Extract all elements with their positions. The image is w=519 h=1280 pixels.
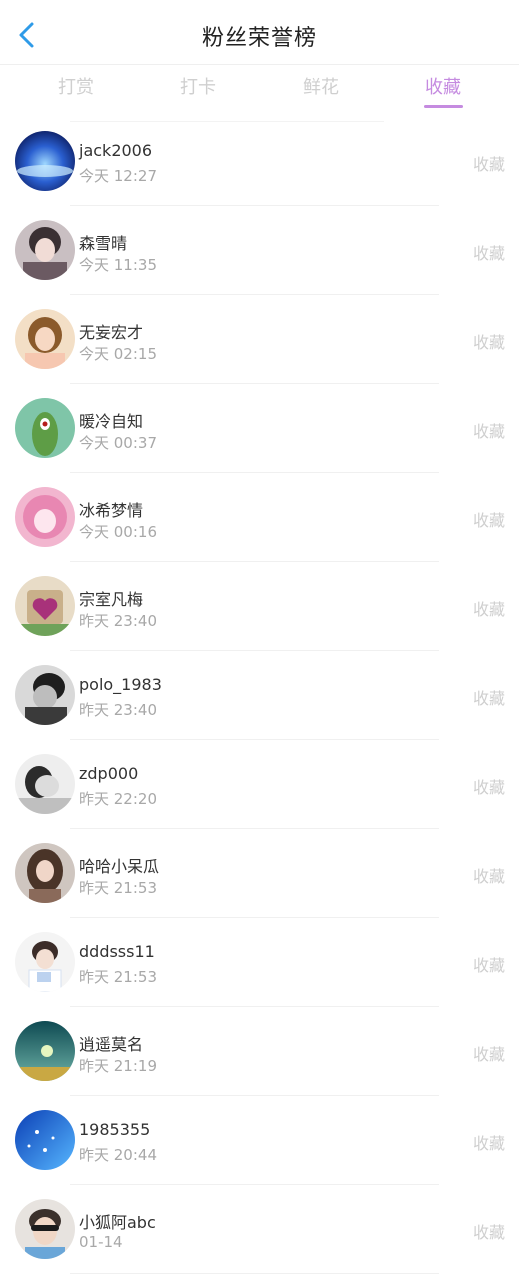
avatar — [15, 1110, 75, 1170]
user-name: 暖冷自知 — [79, 412, 144, 431]
favorite-label: 收藏 — [472, 422, 505, 441]
page-title: 粉丝荣誉榜 — [201, 26, 317, 51]
user-name: 逍遥莫名 — [79, 1035, 144, 1054]
favorite-label: 收藏 — [472, 1045, 505, 1064]
tab-reward[interactable]: 打赏 — [36, 73, 116, 99]
avatar — [15, 487, 75, 547]
timestamp: 昨天 21:53 — [79, 879, 157, 897]
favorite-label: 收藏 — [472, 956, 505, 975]
timestamp: 昨天 21:19 — [79, 1057, 157, 1075]
active-tab-indicator — [424, 105, 463, 108]
timestamp: 昨天 23:40 — [79, 612, 157, 630]
favorite-label: 收藏 — [472, 1223, 505, 1242]
avatar — [15, 398, 75, 458]
avatar — [15, 131, 75, 191]
favorite-label: 收藏 — [472, 1134, 505, 1153]
favorite-label: 收藏 — [472, 600, 505, 619]
user-name: 1985355 — [79, 1120, 151, 1139]
row-divider — [70, 1273, 439, 1274]
list-item[interactable]: 小狐阿abc 01-14 收藏 — [0, 1185, 519, 1274]
user-name: 无妄宏才 — [79, 323, 144, 342]
list-item[interactable]: zdp000 昨天 22:20 收藏 — [0, 740, 519, 829]
avatar — [15, 1199, 75, 1259]
timestamp: 昨天 23:40 — [79, 701, 157, 719]
user-name: zdp000 — [79, 764, 139, 783]
fan-list: jack2006 今天 12:27 收藏 森雪晴 今天 11:35 收藏 无妄宏… — [0, 117, 519, 1274]
favorite-label: 收藏 — [472, 333, 505, 352]
user-name: jack2006 — [79, 141, 153, 160]
favorite-label: 收藏 — [472, 511, 505, 530]
user-name: 宗室凡梅 — [79, 590, 144, 609]
timestamp: 昨天 22:20 — [79, 790, 157, 808]
avatar — [15, 1021, 75, 1081]
timestamp: 今天 11:35 — [79, 256, 157, 274]
timestamp: 今天 12:27 — [79, 167, 157, 185]
top-bar: 粉丝荣誉榜 — [0, 0, 519, 65]
list-item[interactable]: 宗室凡梅 昨天 23:40 收藏 — [0, 562, 519, 651]
user-name: 小狐阿abc — [79, 1213, 156, 1232]
avatar — [15, 220, 75, 280]
tab-checkin[interactable]: 打卡 — [158, 73, 238, 99]
avatar — [15, 843, 75, 903]
list-item[interactable]: 逍遥莫名 昨天 21:19 收藏 — [0, 1007, 519, 1096]
avatar — [15, 932, 75, 992]
timestamp: 昨天 21:53 — [79, 968, 157, 986]
favorite-label: 收藏 — [472, 244, 505, 263]
avatar — [15, 665, 75, 725]
list-item[interactable]: 暖冷自知 今天 00:37 收藏 — [0, 384, 519, 473]
favorite-label: 收藏 — [472, 778, 505, 797]
list-item[interactable]: 哈哈小呆瓜 昨天 21:53 收藏 — [0, 829, 519, 918]
tab-bar: 打赏 打卡 鲜花 收藏 — [0, 64, 519, 122]
user-name: 森雪晴 — [79, 234, 128, 253]
favorite-label: 收藏 — [472, 689, 505, 708]
list-item[interactable]: jack2006 今天 12:27 收藏 — [0, 117, 519, 206]
user-name: dddsss11 — [79, 942, 155, 961]
list-item[interactable]: dddsss11 昨天 21:53 收藏 — [0, 918, 519, 1007]
list-item[interactable]: 无妄宏才 今天 02:15 收藏 — [0, 295, 519, 384]
list-item[interactable]: polo_1983 昨天 23:40 收藏 — [0, 651, 519, 740]
user-name: 哈哈小呆瓜 — [79, 857, 160, 876]
list-item[interactable]: 森雪晴 今天 11:35 收藏 — [0, 206, 519, 295]
avatar — [15, 754, 75, 814]
tab-flowers[interactable]: 鲜花 — [281, 73, 361, 99]
user-name: polo_1983 — [79, 675, 162, 694]
avatar — [15, 309, 75, 369]
tab-favorites[interactable]: 收藏 — [403, 73, 483, 99]
favorite-label: 收藏 — [472, 155, 505, 174]
favorite-label: 收藏 — [472, 867, 505, 886]
timestamp: 01-14 — [79, 1233, 123, 1251]
list-item[interactable]: 冰希梦情 今天 00:16 收藏 — [0, 473, 519, 562]
timestamp: 昨天 20:44 — [79, 1146, 157, 1164]
timestamp: 今天 00:37 — [79, 434, 157, 452]
user-name: 冰希梦情 — [79, 501, 144, 520]
timestamp: 今天 00:16 — [79, 523, 157, 541]
list-item[interactable]: 1985355 昨天 20:44 收藏 — [0, 1096, 519, 1185]
timestamp: 今天 02:15 — [79, 345, 157, 363]
avatar — [15, 576, 75, 636]
